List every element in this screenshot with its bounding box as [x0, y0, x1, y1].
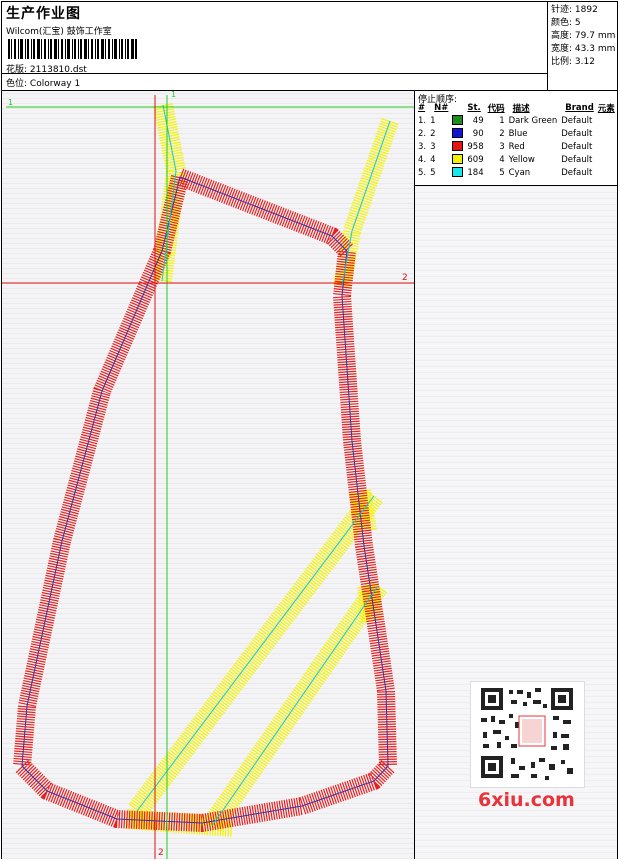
- guide-label-vertical-1: 1: [171, 91, 177, 99]
- table-header-row: # N# St. 代码 描述 Brand 元素: [418, 103, 615, 114]
- stat-colors: 颜色: 5: [551, 18, 581, 28]
- color-swatch: [452, 128, 464, 139]
- color-swatch: [452, 141, 464, 152]
- stop-sequence-header: 停止顺序: # N# St. 代码 描述 Brand 元素 1. 1 49 1 …: [415, 91, 617, 186]
- embroidery-drawing: [2, 95, 414, 859]
- header-divider: [2, 73, 547, 74]
- table-row: 4. 4 609 4 Yellow Default: [418, 154, 593, 165]
- design-stats: 针迹: 1892 颜色: 5 高度: 79.7 mm 宽度: 43.3 mm 比…: [547, 2, 617, 90]
- color-swatch: [452, 154, 464, 165]
- colorway-row: 色位: Colorway 1: [6, 76, 80, 89]
- red-outline: [13, 168, 397, 832]
- qr-code-icon: [470, 681, 585, 788]
- table-row: 2. 2 90 2 Blue Default: [418, 128, 593, 139]
- red-stitch-layer: [13, 168, 397, 832]
- design-canvas[interactable]: 1 1 2 2: [2, 91, 415, 859]
- stat-height: 高度: 79.7 mm: [551, 31, 616, 41]
- page-title: 生产作业图: [6, 6, 81, 22]
- stop-sequence-table: # N# St. 代码 描述 Brand 元素 1. 1 49 1 Dark G…: [416, 102, 617, 179]
- table-row: 5. 5 184 5 Cyan Default: [418, 167, 593, 178]
- yellow-column-right-top: [333, 118, 399, 288]
- table-row: 3. 3 958 3 Red Default: [418, 141, 593, 152]
- color-swatch: [452, 115, 464, 126]
- studio-name: Wilcom(汇宝) 鼓饰工作室: [6, 27, 112, 37]
- sheet-header: 生产作业图 Wilcom(汇宝) 鼓饰工作室 花版: 2113810.dst 色…: [2, 2, 617, 91]
- colorway-label: 色位:: [6, 79, 28, 89]
- guide-label-horizontal-2: 2: [402, 273, 408, 283]
- stat-width: 宽度: 43.3 mm: [551, 44, 616, 54]
- stat-stitches: 针迹: 1892: [551, 5, 598, 15]
- watermark-site: 6xiu.com: [478, 789, 575, 811]
- barcode-icon: [8, 39, 137, 59]
- table-row: 1. 1 49 1 Dark Green Default: [418, 115, 593, 126]
- guide-label-vertical-2: 2: [158, 848, 164, 858]
- guide-label-horizontal-1: 1: [8, 98, 14, 107]
- colorway-value: Colorway 1: [29, 79, 81, 89]
- color-swatch: [452, 167, 464, 178]
- stat-scale: 比例: 3.12: [551, 57, 595, 67]
- header-info: 生产作业图 Wilcom(汇宝) 鼓饰工作室 花版: 2113810.dst 色…: [2, 2, 547, 90]
